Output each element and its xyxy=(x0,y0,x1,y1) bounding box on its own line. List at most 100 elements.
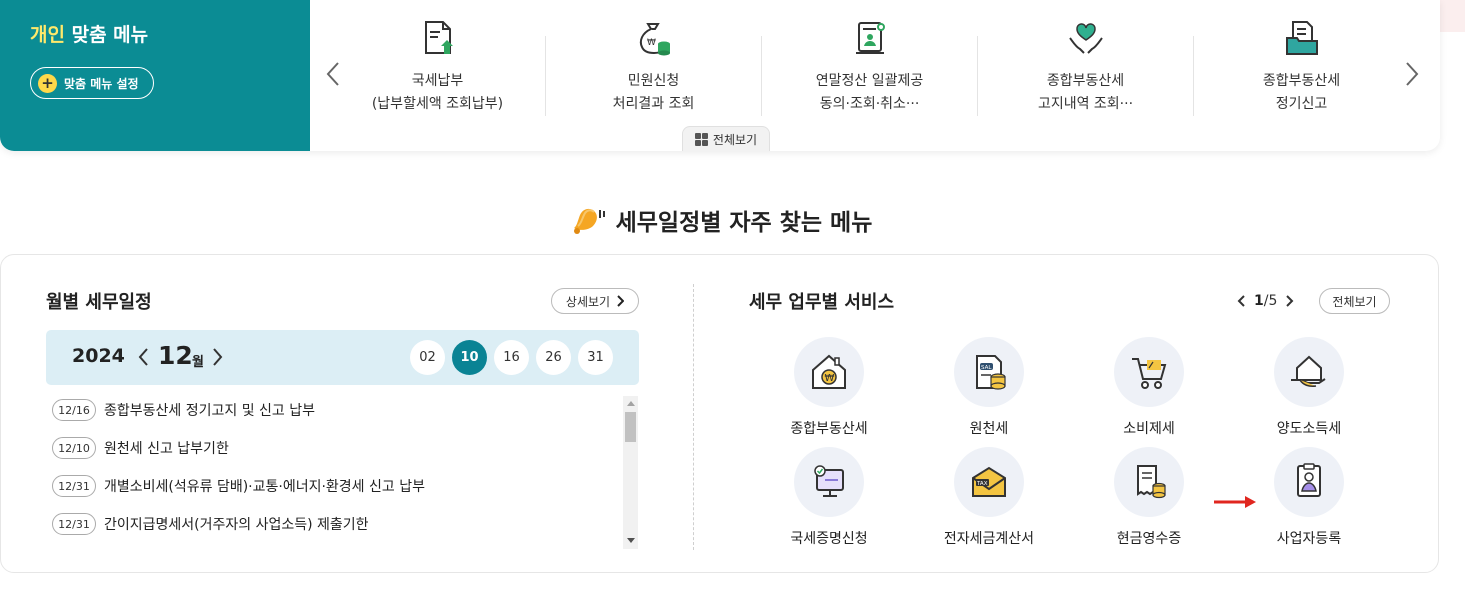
date-badge: 12/10 xyxy=(52,437,96,459)
service-label: 전자세금계산서 xyxy=(943,531,1035,547)
year-end-settlement-icon xyxy=(855,22,885,54)
menu-item-sublabel: (납부할세액 조회납부) xyxy=(371,96,504,112)
service-business-registration[interactable]: 사업자등록 xyxy=(1239,447,1379,548)
service-icon-circle xyxy=(1114,447,1184,517)
schedule-item[interactable]: 12/31 간이지급명세서(거주자의 사업소득) 제출기한 xyxy=(52,511,369,537)
month-label: 12 xyxy=(158,341,193,370)
schedule-item[interactable]: 12/31 개별소비세(석유류 담배)·교통·에너지·환경세 신고 납부 xyxy=(52,473,425,499)
custom-menu-card: 개인 맞춤 메뉴 + 맞춤 메뉴 설정 국세납부 (납부할세액 조회납부) ₩ 민… xyxy=(0,0,1440,151)
view-all-label: 전체보기 xyxy=(712,132,758,147)
monthly-schedule-title: 월별 세무일정 xyxy=(46,292,152,313)
next-month-icon[interactable] xyxy=(211,346,225,368)
menu-item-label: 민원신청 xyxy=(627,73,680,89)
service-label: 종합부동산세 xyxy=(790,421,868,437)
date-badge: 12/16 xyxy=(52,399,96,421)
day-button[interactable]: 16 xyxy=(494,340,529,375)
menu-item-tax-payment[interactable]: 국세납부 (납부할세액 조회납부) xyxy=(330,18,545,118)
chevron-right-icon xyxy=(617,295,625,307)
service-comprehensive-property-tax[interactable]: ₩ 종합부동산세 xyxy=(759,337,899,438)
service-cash-receipt[interactable]: 현금영수증 xyxy=(1079,447,1219,548)
prev-page-icon[interactable] xyxy=(1236,294,1246,308)
business-registration-icon xyxy=(1297,463,1321,497)
hand-house-icon xyxy=(1291,355,1326,387)
menu-item-label: 종합부동산세 xyxy=(1262,73,1341,89)
service-label: 사업자등록 xyxy=(1276,531,1342,547)
salary-coins-icon: SAL xyxy=(976,355,1006,390)
service-consumption-tax[interactable]: 소비제세 xyxy=(1079,337,1219,438)
detail-view-label: 상세보기 xyxy=(565,294,611,309)
service-icon-circle: ₩ xyxy=(794,337,864,407)
schedule-text: 간이지급명세서(거주자의 사업소득) 제출기한 xyxy=(104,517,369,533)
date-badge: 12/31 xyxy=(52,475,96,497)
title-highlight: 개인 xyxy=(30,24,65,46)
service-icon-circle: TAX xyxy=(954,447,1024,517)
view-all-label: 전체보기 xyxy=(1332,294,1377,309)
section-title: 세무일정별 자주 찾는 메뉴 xyxy=(615,210,873,236)
menu-item-civil-petition[interactable]: ₩ 민원신청 처리결과 조회 xyxy=(546,18,761,118)
svg-text:₩: ₩ xyxy=(825,373,835,384)
schedule-list: 12/16 종합부동산세 정기고지 및 신고 납부 12/10 원천세 신고 납… xyxy=(46,396,623,549)
menu-item-year-end[interactable]: 연말정산 일괄제공 동의·조회·취소··· xyxy=(762,18,977,118)
service-icon-circle xyxy=(794,447,864,517)
month-unit: 월 xyxy=(192,355,204,370)
service-capital-gains-tax[interactable]: 양도소득세 xyxy=(1239,337,1379,438)
tax-envelope-icon: TAX xyxy=(972,466,1006,497)
background-strip xyxy=(1440,0,1465,32)
menu-item-label: 종합부동산세 xyxy=(1046,73,1125,89)
services-pager: 1/5 xyxy=(1236,290,1295,312)
section-heading: 세무일정별 자주 찾는 메뉴 xyxy=(0,200,1440,240)
custom-menu-setting-button[interactable]: + 맞춤 메뉴 설정 xyxy=(30,67,154,99)
shopping-cart-icon xyxy=(1132,358,1167,389)
services-view-all-button[interactable]: 전체보기 xyxy=(1319,288,1390,314)
schedule-item[interactable]: 12/16 종합부동산세 정기고지 및 신고 납부 xyxy=(52,397,315,423)
schedule-text: 원천세 신고 납부기한 xyxy=(104,441,229,457)
service-icon-circle xyxy=(1274,337,1344,407)
grid-icon xyxy=(694,132,708,146)
service-e-tax-invoice[interactable]: TAX 전자세금계산서 xyxy=(919,447,1059,548)
menu-item-sublabel: 고지내역 조회··· xyxy=(1037,96,1134,112)
schedule-item[interactable]: 12/10 원천세 신고 납부기한 xyxy=(52,435,229,461)
month-selector: 2024 12 월 02 10 16 26 31 xyxy=(46,330,639,385)
svg-text:₩: ₩ xyxy=(647,38,656,48)
day-button-active[interactable]: 10 xyxy=(452,340,487,375)
day-button[interactable]: 31 xyxy=(578,340,613,375)
service-tax-certificate[interactable]: 국세증명신청 xyxy=(759,447,899,548)
service-withholding-tax[interactable]: SAL 원천세 xyxy=(919,337,1059,438)
year-label: 2024 xyxy=(72,345,125,367)
date-badge: 12/31 xyxy=(52,513,96,535)
service-label: 현금영수증 xyxy=(1116,531,1182,547)
svg-text:TAX: TAX xyxy=(976,481,988,487)
scroll-down-icon[interactable] xyxy=(627,538,635,543)
view-all-menu-tab[interactable]: 전체보기 xyxy=(682,126,770,151)
bell-icon xyxy=(573,208,605,234)
certificate-monitor-icon xyxy=(814,465,844,497)
receipt-coins-icon xyxy=(1137,465,1166,499)
tax-payment-icon xyxy=(424,21,453,54)
prev-month-icon[interactable] xyxy=(136,346,150,368)
setting-button-label: 맞춤 메뉴 설정 xyxy=(64,76,139,91)
custom-menu-title: 개인 맞춤 메뉴 xyxy=(30,20,148,47)
menu-item-property-tax-filing[interactable]: 종합부동산세 정기신고 xyxy=(1194,18,1409,118)
service-label: 국세증명신청 xyxy=(790,531,868,547)
day-button[interactable]: 02 xyxy=(410,340,445,375)
scroll-up-icon[interactable] xyxy=(627,401,635,406)
next-page-icon[interactable] xyxy=(1285,294,1295,308)
service-icon-circle xyxy=(1114,337,1184,407)
schedule-text: 종합부동산세 정기고지 및 신고 납부 xyxy=(104,403,315,419)
scroll-thumb[interactable] xyxy=(625,412,636,442)
svg-text:SAL: SAL xyxy=(981,365,992,371)
day-button[interactable]: 26 xyxy=(536,340,571,375)
menu-item-sublabel: 동의·조회·취소··· xyxy=(819,96,920,112)
house-won-icon: ₩ xyxy=(812,354,846,389)
schedule-scrollbar[interactable] xyxy=(623,396,638,549)
custom-menu-panel: 개인 맞춤 메뉴 + 맞춤 메뉴 설정 xyxy=(0,0,310,151)
menu-item-label: 국세납부 xyxy=(411,73,464,89)
red-arrow-indicator xyxy=(1214,496,1256,508)
heart-hands-icon xyxy=(1068,23,1103,54)
panel-divider xyxy=(693,284,694,550)
detail-view-button[interactable]: 상세보기 xyxy=(551,288,639,314)
menu-item-property-tax-notice[interactable]: 종합부동산세고지내역 조회··· xyxy=(978,18,1193,118)
service-label: 양도소득세 xyxy=(1276,421,1342,437)
service-icon-circle xyxy=(1274,447,1344,517)
plus-icon: + xyxy=(38,73,57,93)
